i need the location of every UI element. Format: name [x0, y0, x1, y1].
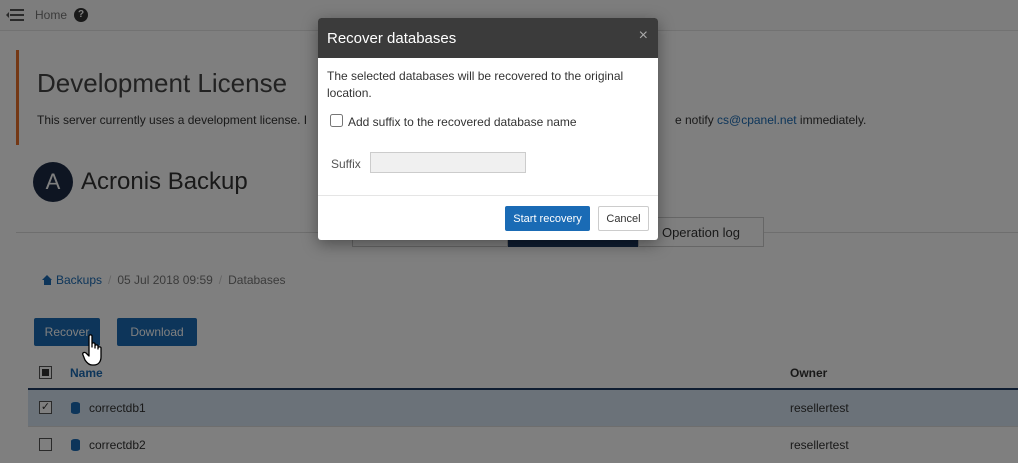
- add-suffix-checkbox[interactable]: [330, 114, 343, 127]
- cancel-button[interactable]: Cancel: [598, 206, 649, 231]
- dialog-header: Recover databases ×: [318, 18, 658, 58]
- suffix-label: Suffix: [331, 157, 361, 171]
- recover-databases-dialog: Recover databases × The selected databas…: [318, 18, 658, 240]
- add-suffix-label[interactable]: Add suffix to the recovered database nam…: [348, 115, 577, 129]
- dialog-title: Recover databases: [327, 30, 457, 47]
- dialog-description: The selected databases will be recovered…: [327, 69, 624, 100]
- dialog-footer-divider: [318, 195, 658, 196]
- hand-cursor-icon: [82, 334, 102, 366]
- start-recovery-button[interactable]: Start recovery: [505, 206, 590, 231]
- close-icon[interactable]: ×: [639, 27, 648, 45]
- suffix-input[interactable]: [370, 152, 526, 173]
